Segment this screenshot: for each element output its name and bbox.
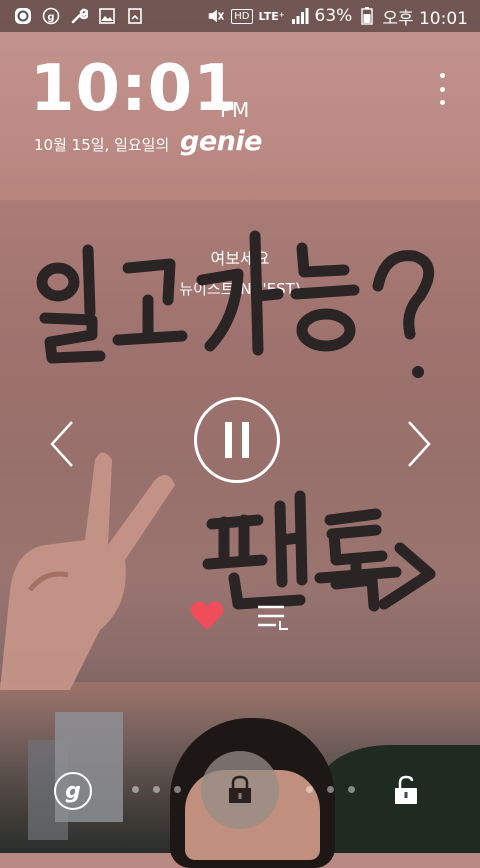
- pause-bar-icon: [242, 422, 249, 458]
- previous-track-button[interactable]: [44, 418, 84, 470]
- lock-button[interactable]: [201, 751, 279, 829]
- pause-bar-icon: [225, 422, 232, 458]
- genie-g-icon: g: [65, 778, 81, 804]
- genie-app-shortcut[interactable]: g: [54, 772, 92, 810]
- swipe-hint-left: [132, 786, 181, 793]
- swipe-hint-right: [306, 786, 355, 793]
- unlock-icon[interactable]: [394, 775, 418, 805]
- pause-button[interactable]: [194, 397, 280, 483]
- playlist-icon[interactable]: [256, 603, 290, 631]
- lock-icon: [229, 775, 251, 803]
- like-heart-icon[interactable]: [190, 600, 224, 632]
- next-track-button[interactable]: [397, 418, 437, 470]
